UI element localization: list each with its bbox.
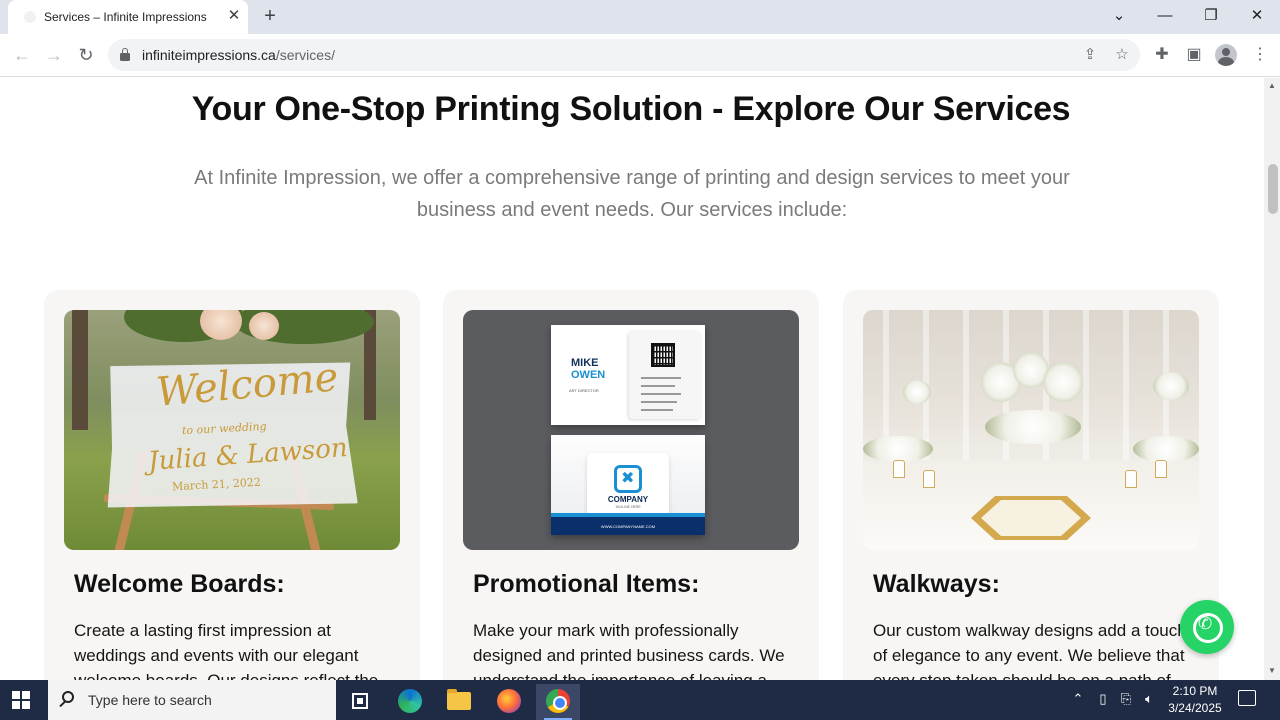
card-last-name: OWEN (571, 369, 606, 381)
card-title: Walkways: (873, 570, 1000, 598)
scroll-thumb[interactable] (1268, 164, 1278, 214)
file-explorer-app-button[interactable] (437, 684, 481, 720)
business-card-front: MIKE OWEN ART DIRECTOR (551, 325, 705, 425)
restore-button[interactable]: ❐ (1197, 4, 1225, 28)
service-card-walkways: Walkways: Our custom walkway designs add… (843, 290, 1219, 680)
file-explorer-icon (447, 689, 471, 710)
menu-icon[interactable]: ⋮ (1249, 44, 1271, 66)
address-bar[interactable]: infiniteimpressions.ca/services/ ⇪ ☆ (108, 39, 1140, 71)
notification-icon[interactable] (1238, 690, 1256, 706)
qr-code-icon (651, 343, 675, 367)
tray-overflow-icon[interactable]: ⌃ (1069, 690, 1087, 708)
favicon-icon (24, 11, 36, 23)
profile-icon[interactable] (1215, 44, 1237, 66)
page-title: Your One-Stop Printing Solution - Explor… (191, 90, 1071, 128)
close-window-button[interactable]: ✕ (1243, 4, 1271, 28)
card-text: Make your mark with professionally desig… (473, 621, 785, 680)
windows-start-icon[interactable] (12, 691, 30, 709)
business-cards-image: MIKEOWEN ART DIRECTOR COMPANY TAGLINE HE… (463, 310, 799, 550)
browser-toolbar: ← → ↻ infiniteimpressions.ca/services/ ⇪… (0, 34, 1280, 77)
scroll-down-arrow[interactable]: ▼ (1268, 667, 1276, 675)
search-icon (62, 691, 74, 703)
card-title: Welcome Boards: (74, 570, 285, 598)
url-text[interactable]: infiniteimpressions.ca/services/ (142, 47, 335, 63)
windows-taskbar: Type here to search ⌃ ▯ ⎘ 🔈︎ 2:10 PM 3/2… (0, 680, 1280, 720)
lock-icon[interactable] (120, 48, 130, 61)
extensions-icon[interactable]: ✚ (1151, 44, 1173, 66)
firefox-icon (497, 689, 521, 713)
edge-icon (398, 689, 422, 713)
company-logo-icon (614, 465, 642, 493)
new-tab-button[interactable]: + (258, 5, 282, 29)
firefox-app-button[interactable] (487, 684, 531, 720)
tab-title: Services – Infinite Impressions (44, 10, 207, 24)
card-text: Our custom walkway designs add a touch o… (873, 621, 1187, 680)
chrome-app-button[interactable] (536, 684, 580, 720)
clock-date: 3/24/2025 (1168, 701, 1222, 715)
page-scrollbar[interactable]: ▲ ▼ (1264, 78, 1280, 680)
card-website: WWW.COMPANYNAME.COM (600, 524, 656, 529)
card-text: Create a lasting first impression at wed… (74, 621, 378, 680)
card-first-name: MIKE (571, 357, 599, 369)
network-icon[interactable]: ⎘ (1117, 690, 1135, 708)
system-clock[interactable]: 2:10 PM 3/24/2025 (1160, 683, 1230, 717)
page-viewport: Your One-Stop Printing Solution - Explor… (0, 78, 1264, 680)
taskbar-search[interactable]: Type here to search (48, 680, 336, 720)
share-icon[interactable]: ⇪ (1079, 44, 1101, 66)
service-card-welcome-boards: Welcome to our wedding Julia & Lawson Ma… (44, 290, 420, 680)
url-path: /services/ (275, 47, 335, 63)
browser-tab[interactable]: Services – Infinite Impressions ✕ (8, 0, 248, 34)
reload-button[interactable]: ↻ (73, 42, 99, 68)
tab-close-button[interactable]: ✕ (224, 6, 244, 26)
forward-button[interactable]: → (41, 42, 67, 68)
chrome-icon (546, 689, 570, 713)
card-title: Promotional Items: (473, 570, 700, 598)
service-card-promotional-items: MIKEOWEN ART DIRECTOR COMPANY TAGLINE HE… (443, 290, 819, 680)
taskbar-search-placeholder: Type here to search (88, 692, 212, 708)
back-button[interactable]: ← (9, 42, 35, 68)
whatsapp-icon[interactable] (1180, 600, 1234, 654)
walkway-image (863, 310, 1199, 550)
business-card-back: COMPANY TAGLINE HERE WWW.COMPANYNAME.COM (551, 435, 705, 535)
volume-icon[interactable]: 🔈︎ (1140, 690, 1158, 708)
star-icon[interactable]: ☆ (1111, 44, 1133, 66)
scroll-up-arrow[interactable]: ▲ (1268, 82, 1276, 90)
edge-app-button[interactable] (388, 684, 432, 720)
task-view-icon (352, 693, 368, 709)
minimize-button[interactable]: — (1151, 4, 1179, 28)
battery-icon[interactable]: ▯ (1094, 690, 1112, 708)
clock-time: 2:10 PM (1172, 684, 1218, 698)
side-panel-icon[interactable]: ▣ (1183, 44, 1205, 66)
tab-strip: Services – Infinite Impressions ✕ + ⌄ — … (0, 0, 1280, 34)
card-tagline: TAGLINE HERE (615, 505, 641, 509)
card-company: COMPANY (607, 495, 649, 504)
url-domain: infiniteimpressions.ca (142, 47, 276, 63)
card-role: ART DIRECTOR (569, 388, 599, 393)
welcome-board-image: Welcome to our wedding Julia & Lawson Ma… (64, 310, 400, 550)
task-view-button[interactable] (338, 684, 382, 720)
tab-search-button[interactable]: ⌄ (1105, 4, 1133, 28)
page-intro: At Infinite Impression, we offer a compr… (194, 167, 1070, 221)
